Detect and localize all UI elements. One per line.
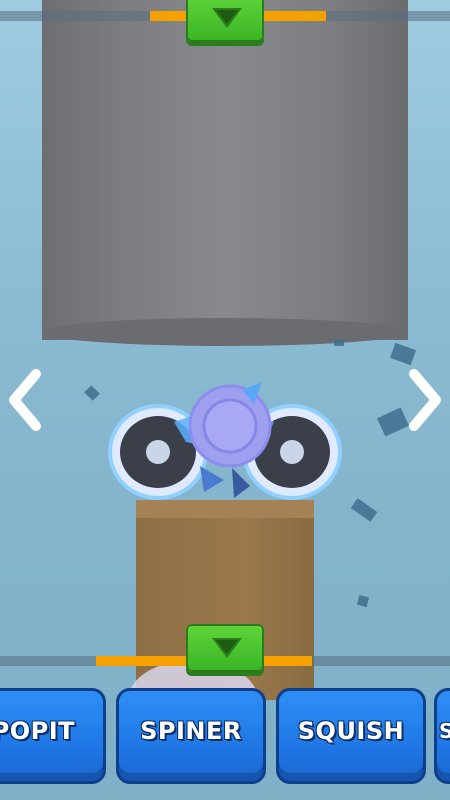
- tab-label: SI: [439, 719, 450, 743]
- tab-spiner[interactable]: SPINER: [116, 688, 266, 784]
- debris-shard: [334, 340, 344, 346]
- chevron-down-icon: [212, 8, 242, 28]
- chevron-left-icon: [9, 369, 41, 431]
- tab-popit[interactable]: POPIT: [0, 688, 106, 784]
- top-marker-button[interactable]: [186, 0, 264, 42]
- chevron-down-icon: [212, 638, 242, 658]
- category-tab-bar: POPIT SPINER SQUISH SI: [0, 684, 450, 794]
- tab-label: SPINER: [140, 717, 242, 745]
- chevron-right-icon: [409, 369, 441, 431]
- game-scene: POPIT SPINER SQUISH SI: [0, 0, 450, 800]
- bottom-marker-button[interactable]: [186, 624, 264, 672]
- fidget-spinner-item[interactable]: [104, 382, 346, 504]
- next-item-button[interactable]: [404, 368, 444, 432]
- debris-shard: [389, 342, 417, 366]
- tab-next-partial[interactable]: SI: [434, 688, 450, 784]
- press-plate: [42, 318, 408, 346]
- debris-shard: [84, 385, 100, 401]
- tab-label: POPIT: [0, 717, 75, 745]
- hydraulic-press: [42, 0, 408, 340]
- debris-shard: [350, 498, 378, 522]
- prev-item-button[interactable]: [6, 368, 46, 432]
- tab-squish[interactable]: SQUISH: [276, 688, 426, 784]
- debris-shard: [356, 594, 370, 608]
- tab-label: SQUISH: [297, 717, 405, 745]
